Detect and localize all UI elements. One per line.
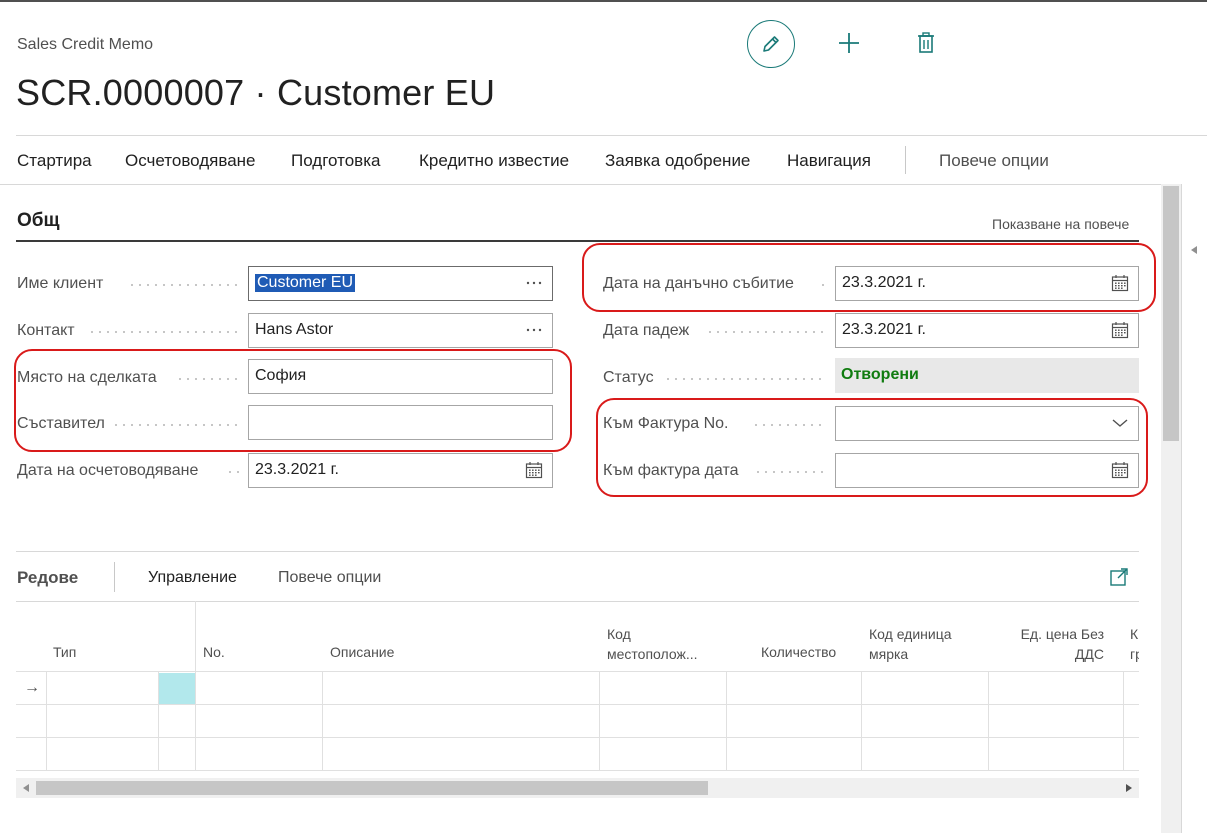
menu-item-request-approval[interactable]: Заявка одобрение [605,151,750,171]
column-header-unit-of-measure[interactable]: Код единица мярка [869,624,952,664]
lines-top-divider [16,551,1139,552]
delete-button[interactable] [911,28,941,58]
lookup-ellipsis-icon[interactable] [523,272,545,294]
menu-item-prepare[interactable]: Подготовка [291,151,380,171]
trash-icon [918,32,934,53]
status-field: Отворени [835,358,1139,393]
menu-item-start[interactable]: Стартира [17,151,92,171]
highlight-place-and-compiler [14,349,572,452]
scroll-right-arrow-icon[interactable] [1123,782,1135,794]
factbox-pane-collapsed [1181,184,1207,833]
page-type-caption: Sales Credit Memo [17,36,154,53]
posting-date-field[interactable]: 23.3.2021 г. [248,453,553,488]
plus-icon [839,33,859,53]
label-leader-dots [128,284,240,286]
column-header-line: ДДС [1074,646,1104,662]
status-label: Статус [603,369,654,386]
calendar-icon[interactable] [1109,319,1131,341]
page-vertical-scrollbar[interactable] [1161,184,1181,833]
label-leader-dots [706,331,826,333]
contact-field[interactable]: Hans Astor [248,313,553,348]
calendar-icon[interactable] [523,459,545,481]
due-date-label: Дата падеж [603,322,690,339]
posting-date-label: Дата на осчетоводяване [17,462,199,479]
show-more-link[interactable]: Показване на повече [992,216,1129,232]
menu-item-more-options[interactable]: Повече опции [939,151,1049,171]
column-header-line: К [1130,626,1139,642]
lines-grid: Тип No. Описание Код местополож... Колич… [16,601,1139,771]
lines-more-options-button[interactable]: Повече опции [278,569,381,587]
active-cell[interactable] [159,673,195,704]
column-header-line: местополож... [607,646,698,662]
column-header-line: Ед. цена Без [1020,626,1104,642]
menu-item-navigate[interactable]: Навигация [787,151,871,171]
grid-col-line [599,671,600,771]
highlight-invoice-reference [596,398,1148,497]
column-header-line: гр [1130,646,1139,662]
grid-col-line [726,671,727,771]
column-header-line: Код единица [869,626,952,642]
pencil-icon [763,36,779,52]
column-header-location-code[interactable]: Код местополож... [607,624,698,664]
status-value: Отворени [841,366,919,383]
grid-col-line [861,671,862,771]
column-header-line: Код [607,626,631,642]
due-date-field[interactable]: 23.3.2021 г. [835,313,1139,348]
label-leader-dots [88,331,240,333]
customer-name-label: Име клиент [17,275,104,292]
new-button[interactable] [834,28,864,58]
customer-name-value[interactable]: Customer EU [255,274,356,292]
description-cell[interactable] [323,672,599,704]
column-header-truncated[interactable]: К гр [1130,624,1139,664]
grid-row-line [16,704,1139,705]
chevron-left-icon[interactable] [1189,244,1199,256]
due-date-value[interactable]: 23.3.2021 г. [842,321,926,339]
menu-item-posting[interactable]: Осчетоводяване [125,151,256,171]
grid-row-line [16,737,1139,738]
lines-manage-button[interactable]: Управление [148,569,237,587]
lines-separator [114,562,115,592]
general-section-title[interactable]: Общ [17,210,60,232]
page-title: SCR.0000007 · Customer EU [16,72,496,113]
contact-value[interactable]: Hans Astor [255,321,333,339]
column-header-line: мярка [869,646,909,662]
no-cell[interactable] [196,672,322,704]
grid-col-line [1123,671,1124,771]
scrollbar-thumb[interactable] [36,781,708,795]
scroll-left-arrow-icon[interactable] [20,782,32,794]
menu-separator [905,146,906,174]
column-header-no[interactable]: No. [203,642,225,662]
column-header-unit-price[interactable]: Ед. цена Без ДДС [1018,624,1104,664]
current-row-indicator: → [24,679,40,696]
contact-label: Контакт [17,322,75,339]
type-cell[interactable] [47,672,158,704]
posting-date-value[interactable]: 23.3.2021 г. [255,461,339,479]
grid-col-line [988,671,989,771]
expand-icon[interactable] [1108,566,1130,588]
highlight-tax-event-date [582,243,1156,312]
lines-section-title[interactable]: Редове [17,568,78,588]
general-section-rule [16,240,1139,242]
menu-item-credit-memo[interactable]: Кредитно известие [419,151,569,171]
scrollbar-thumb[interactable] [1163,186,1179,441]
lookup-ellipsis-icon[interactable] [523,319,545,341]
grid-row-line [16,770,1139,771]
label-leader-dots [226,471,240,473]
lines-horizontal-scrollbar[interactable] [16,778,1139,798]
column-header-quantity[interactable]: Количество [761,642,836,662]
column-header-type[interactable]: Тип [53,642,76,662]
action-menu-bar: Стартира Осчетоводяване Подготовка Креди… [0,136,1207,184]
customer-name-field[interactable]: Customer EU [248,266,553,301]
menu-divider [0,184,1161,185]
column-header-description[interactable]: Описание [330,642,394,662]
label-leader-dots [664,378,826,380]
edit-button[interactable] [747,20,795,68]
top-border [0,0,1207,2]
